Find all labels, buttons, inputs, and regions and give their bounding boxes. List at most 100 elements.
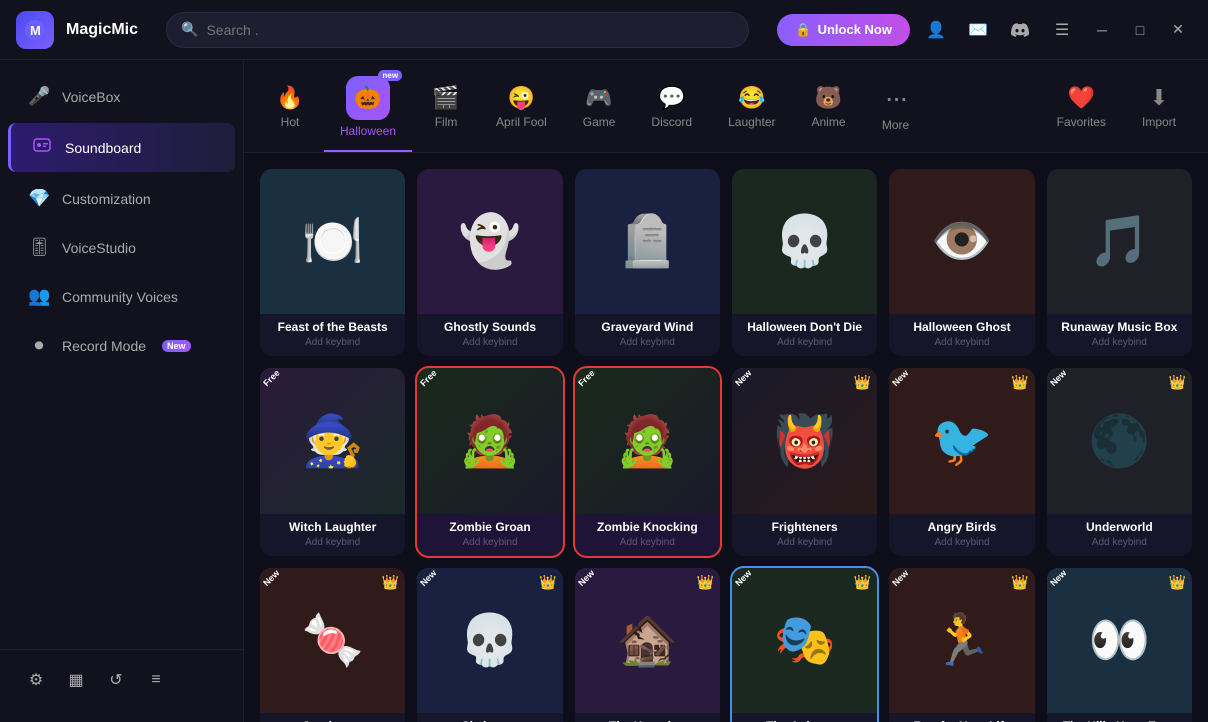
- game-icon: 🎮: [585, 85, 612, 111]
- sidebar-bottom-icons: ⚙ ▦ ↺ ≡: [0, 649, 243, 710]
- card-image-zombie-groan: 🧟: [417, 368, 562, 513]
- sound-card-graveyard[interactable]: 🪦 Graveyard Wind Add keybind: [575, 169, 720, 356]
- sounds-row-1: 🍽️ Feast of the Beasts Add keybind 👻 Gho…: [260, 169, 1192, 356]
- sound-card-hills-have-eyes[interactable]: New 👑 👀 The Hills Have Eyes Add keybind: [1047, 568, 1192, 722]
- layout-icon[interactable]: ▦: [60, 664, 92, 696]
- profile-icon[interactable]: 👤: [920, 14, 952, 46]
- sound-card-ghostly[interactable]: 👻 Ghostly Sounds Add keybind: [417, 169, 562, 356]
- svg-text:M: M: [30, 23, 41, 38]
- sounds-row-2: Free 🧙 Witch Laughter Add keybind Free: [260, 368, 1192, 555]
- titlebar: M MagicMic 🔍 🔒 Unlock Now 👤 ✉️ ☰ ─ □: [0, 0, 1208, 60]
- crown-haunting: 👑: [697, 574, 714, 591]
- crown-angry-birds: 👑: [1011, 374, 1028, 391]
- sound-card-frighteners[interactable]: New 👑 👹 Frighteners Add keybind: [732, 368, 877, 555]
- card-image-zombie-knocking: 🧟: [575, 368, 720, 513]
- card-keybind-feast[interactable]: Add keybind: [268, 337, 397, 348]
- import-icon: ⬇: [1150, 85, 1168, 111]
- search-input[interactable]: [206, 22, 734, 38]
- minimize-button[interactable]: ─: [1088, 16, 1116, 44]
- tab-favorites[interactable]: ❤️ Favorites: [1041, 77, 1122, 143]
- refresh-icon[interactable]: ↺: [100, 664, 132, 696]
- sidebar-item-customization[interactable]: 💎 Customization: [8, 176, 235, 221]
- card-image-halloween-dontdie: 💀: [732, 169, 877, 314]
- card-image-runaway: 🎵: [1047, 169, 1192, 314]
- sound-card-halloween-dontdie[interactable]: 💀 Halloween Don't Die Add keybind: [732, 169, 877, 356]
- hot-icon: 🔥: [276, 85, 303, 111]
- halloween-badge: new: [378, 70, 402, 81]
- sound-card-underworld[interactable]: New 👑 🌑 Underworld Add keybind: [1047, 368, 1192, 555]
- crown-run-for-your-life: 👑: [1011, 574, 1028, 591]
- card-name-feast: Feast of the Beasts: [268, 320, 397, 334]
- tab-game[interactable]: 🎮 Game: [567, 77, 632, 143]
- tab-hot[interactable]: 🔥 Hot: [260, 77, 320, 143]
- sound-card-halloween-ghost[interactable]: 👁️ Halloween Ghost Add keybind: [889, 169, 1034, 356]
- sound-card-run-for-your-life[interactable]: New 👑 🏃 Run for Your Life Add keybind: [889, 568, 1034, 722]
- search-bar[interactable]: 🔍: [166, 12, 749, 48]
- maximize-button[interactable]: □: [1126, 16, 1154, 44]
- card-image-feast: 🍽️: [260, 169, 405, 314]
- card-name-halloween-ghost: Halloween Ghost: [897, 320, 1026, 334]
- soundboard-icon: [31, 135, 53, 160]
- sound-card-animator[interactable]: New 👑 🎭 The Animator Add keybind: [732, 568, 877, 722]
- lock-icon: 🔒: [795, 22, 811, 38]
- sound-card-zombie-groan[interactable]: Free 🧟 Zombie Groan Add keybind: [417, 368, 562, 555]
- crown-animator: 👑: [854, 574, 871, 591]
- voicestudio-icon: 🎚: [28, 237, 50, 258]
- sound-card-angry-birds[interactable]: New 👑 🐦 Angry Birds Add keybind: [889, 368, 1034, 555]
- tab-discord[interactable]: 💬 Discord: [635, 77, 708, 143]
- crown-underworld: 👑: [1169, 374, 1186, 391]
- community-icon: 👥: [28, 286, 50, 307]
- mail-icon[interactable]: ✉️: [962, 14, 994, 46]
- tab-laughter[interactable]: 😂 Laughter: [712, 77, 791, 143]
- tab-halloween[interactable]: new 🎃 Halloween: [324, 68, 412, 152]
- discord-icon[interactable]: [1004, 14, 1036, 46]
- anime-icon: 🐻: [815, 85, 842, 111]
- card-name-graveyard: Graveyard Wind: [583, 320, 712, 334]
- search-icon: 🔍: [181, 21, 198, 38]
- sidebar-item-recordmode[interactable]: ⏺ Record Mode New: [8, 323, 235, 368]
- align-icon[interactable]: ≡: [140, 664, 172, 696]
- sidebar-item-voicestudio[interactable]: 🎚 VoiceStudio: [8, 225, 235, 270]
- aprilfool-icon: 😜: [508, 85, 535, 111]
- card-image-graveyard: 🪦: [575, 169, 720, 314]
- sound-card-skeletons[interactable]: New 👑 💀 Skeletons Add keybind: [417, 568, 562, 722]
- favorites-icon: ❤️: [1068, 85, 1095, 111]
- tab-aprilfool[interactable]: 😜 April Fool: [480, 77, 563, 143]
- tab-anime[interactable]: 🐻 Anime: [795, 77, 861, 143]
- card-image-witch: 🧙: [260, 368, 405, 513]
- tab-more[interactable]: ··· More: [866, 74, 926, 146]
- sound-card-zombie-knocking[interactable]: Free 🧟 Zombie Knocking Add keybind: [575, 368, 720, 555]
- main-layout: 🎤 VoiceBox Soundboard 💎 Customization 🎚 …: [0, 60, 1208, 722]
- menu-icon[interactable]: ☰: [1046, 14, 1078, 46]
- content-area: 🔥 Hot new 🎃 Halloween 🎬 Film 😜 April Foo…: [244, 60, 1208, 722]
- card-name-runaway: Runaway Music Box: [1055, 320, 1184, 334]
- sidebar: 🎤 VoiceBox Soundboard 💎 Customization 🎚 …: [0, 60, 244, 722]
- sounds-grid-container: 🍽️ Feast of the Beasts Add keybind 👻 Gho…: [244, 153, 1208, 722]
- settings-icon[interactable]: ⚙: [20, 664, 52, 696]
- card-image-ghostly: 👻: [417, 169, 562, 314]
- recordmode-badge: New: [162, 340, 191, 352]
- crown-frighteners: 👑: [854, 374, 871, 391]
- tab-import[interactable]: ⬇ Import: [1126, 77, 1192, 143]
- sound-card-witch[interactable]: Free 🧙 Witch Laughter Add keybind: [260, 368, 405, 555]
- film-icon: 🎬: [432, 85, 459, 111]
- sidebar-item-community[interactable]: 👥 Community Voices: [8, 274, 235, 319]
- sound-card-runaway[interactable]: 🎵 Runaway Music Box Add keybind: [1047, 169, 1192, 356]
- more-icon: ···: [885, 82, 907, 114]
- halloween-icon-wrap: 🎃: [346, 76, 390, 120]
- crown-hills-have-eyes: 👑: [1169, 574, 1186, 591]
- card-name-halloween-dontdie: Halloween Don't Die: [740, 320, 869, 334]
- customization-icon: 💎: [28, 188, 50, 209]
- sound-card-feast[interactable]: 🍽️ Feast of the Beasts Add keybind: [260, 169, 405, 356]
- app-title: MagicMic: [66, 21, 138, 39]
- sound-card-candyman[interactable]: New 👑 🍬 Candyman Add keybind: [260, 568, 405, 722]
- tab-film[interactable]: 🎬 Film: [416, 77, 476, 143]
- unlock-button[interactable]: 🔒 Unlock Now: [777, 14, 910, 46]
- sound-card-haunting[interactable]: New 👑 🏚️ The Haunting Add keybind: [575, 568, 720, 722]
- sidebar-item-soundboard[interactable]: Soundboard: [8, 123, 235, 172]
- close-button[interactable]: ✕: [1164, 16, 1192, 44]
- category-tabs: 🔥 Hot new 🎃 Halloween 🎬 Film 😜 April Foo…: [244, 60, 1208, 153]
- sidebar-item-voicebox[interactable]: 🎤 VoiceBox: [8, 74, 235, 119]
- voicebox-icon: 🎤: [28, 86, 50, 107]
- crown-candyman: 👑: [382, 574, 399, 591]
